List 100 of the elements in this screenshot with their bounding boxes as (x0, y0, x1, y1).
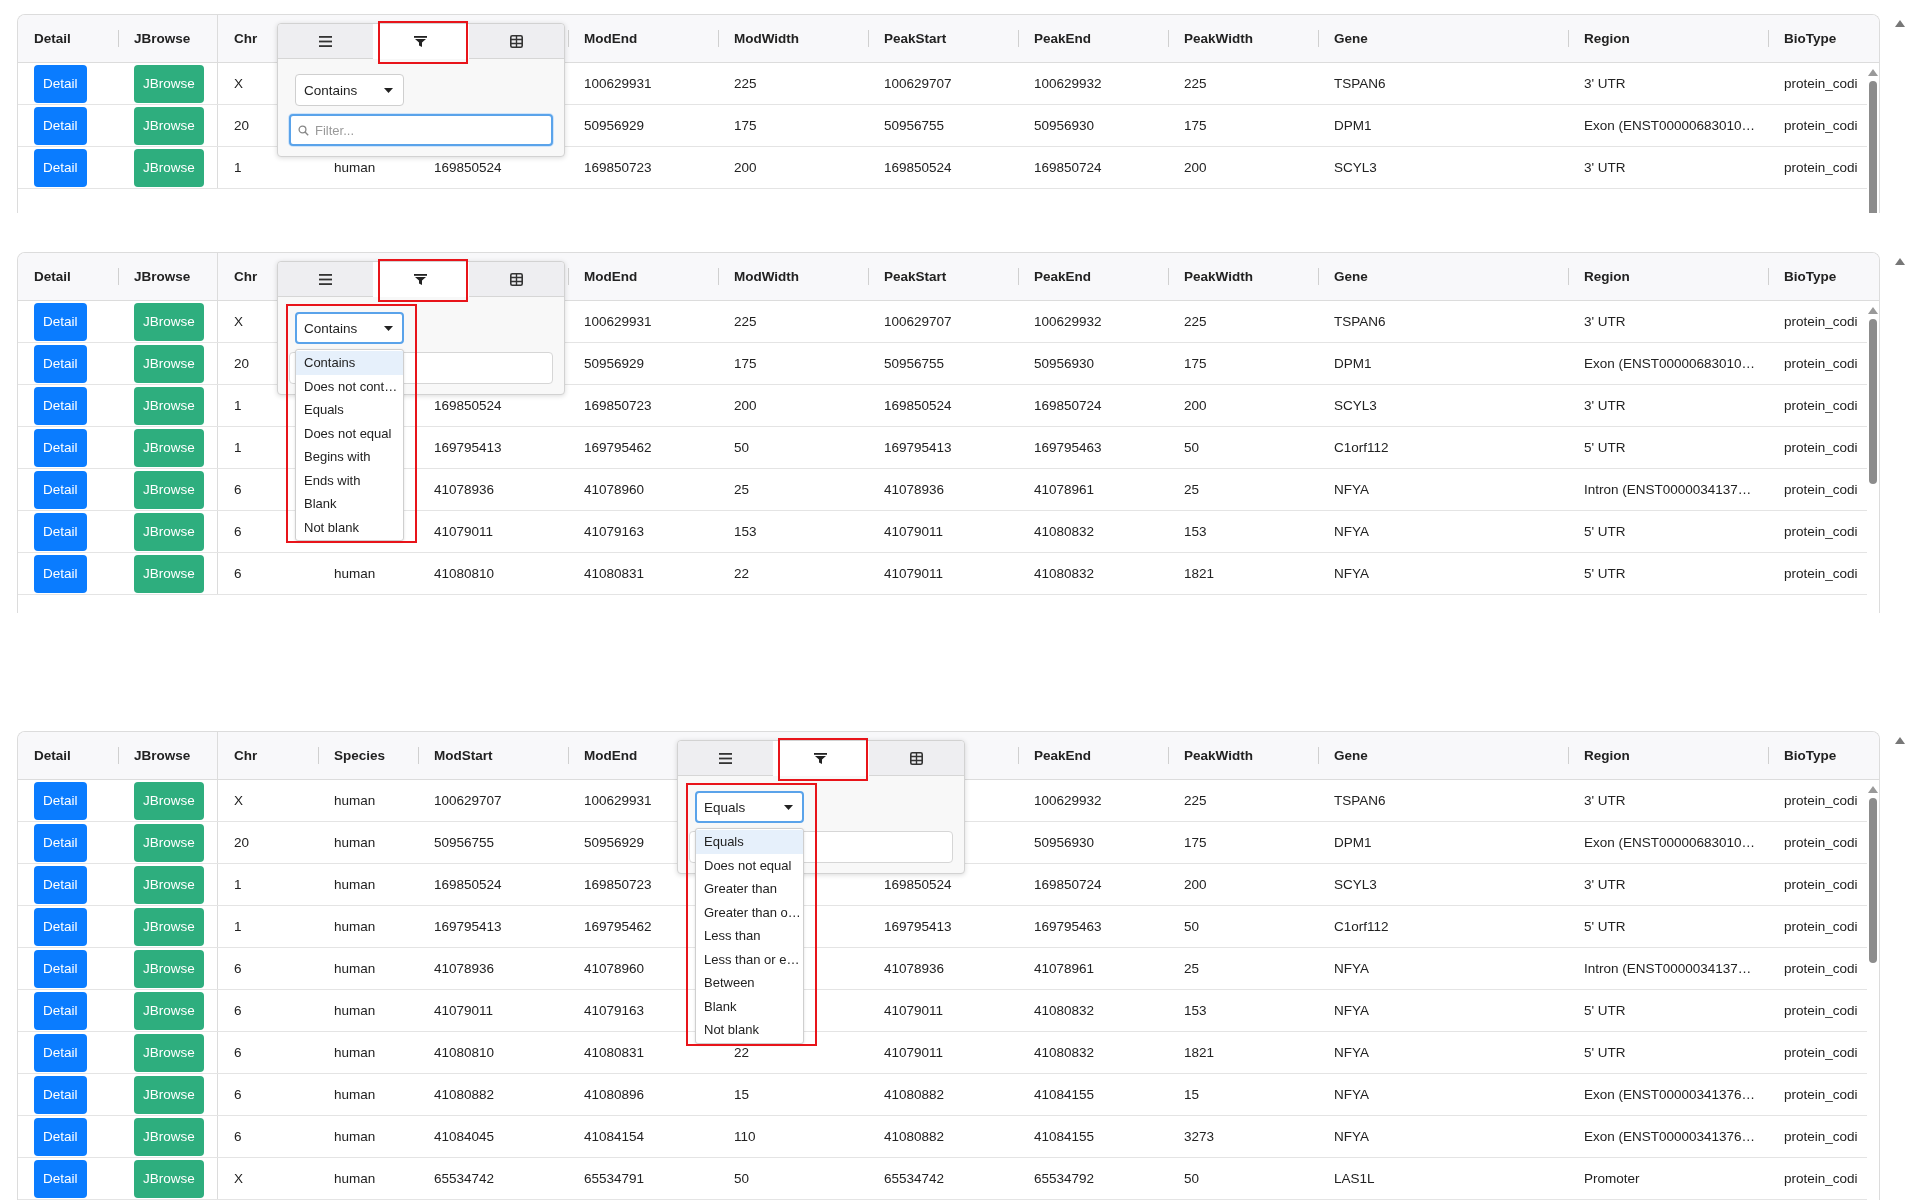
table-cell: 100629931 (584, 793, 652, 808)
detail-button[interactable]: Detail (34, 907, 87, 946)
table-cell: 6 (234, 482, 242, 497)
column-header[interactable]: JBrowse (134, 31, 191, 46)
detail-button[interactable]: Detail (34, 1075, 87, 1114)
table-cell: 50 (734, 1171, 750, 1186)
column-header[interactable]: JBrowse (134, 748, 191, 763)
operator-option[interactable]: Does not equal (296, 421, 403, 445)
column-header[interactable]: PeakEnd (1034, 31, 1092, 46)
scroll-up-icon[interactable] (1868, 307, 1878, 314)
table-cell: 3' UTR (1584, 160, 1626, 175)
detail-button[interactable]: Detail (34, 64, 87, 103)
operator-option[interactable]: Not blank (696, 1018, 803, 1042)
detail-button[interactable]: Detail (34, 512, 87, 551)
table-cell: 6 (234, 1003, 242, 1018)
scroll-up-icon[interactable] (1895, 20, 1905, 27)
operator-option[interactable]: Ends with (296, 468, 403, 492)
operator-select[interactable]: Equals (695, 791, 804, 823)
table-cell: 169795413 (884, 440, 952, 455)
detail-button[interactable]: Detail (34, 1159, 87, 1198)
detail-button[interactable]: Detail (34, 781, 87, 820)
scrollbar-thumb[interactable] (1869, 319, 1877, 484)
column-header[interactable]: PeakWidth (1184, 269, 1253, 284)
scroll-up-icon[interactable] (1868, 69, 1878, 76)
detail-button[interactable]: Detail (34, 428, 87, 467)
column-header[interactable]: BioType (1784, 748, 1837, 763)
column-header[interactable]: Chr (234, 269, 258, 284)
column-header[interactable]: PeakEnd (1034, 269, 1092, 284)
column-header[interactable]: Species (334, 748, 386, 763)
operator-option[interactable]: Equals (696, 830, 803, 854)
scroll-up-icon[interactable] (1895, 258, 1905, 265)
column-header[interactable]: Gene (1334, 269, 1368, 284)
detail-button[interactable]: Detail (34, 991, 87, 1030)
operator-option[interactable]: Begins with (296, 445, 403, 469)
operator-select[interactable]: Contains (295, 312, 404, 344)
table-cell: X (234, 314, 243, 329)
table-cell: 41079163 (584, 1003, 645, 1018)
table-cell: Exon (ENST00000341376… (1584, 1129, 1756, 1144)
table-cell: 41084154 (584, 1129, 645, 1144)
table-cell: Exon (ENST00000683010… (1584, 356, 1756, 371)
operator-option[interactable]: Greater than o… (696, 900, 803, 924)
column-header[interactable]: Gene (1334, 31, 1368, 46)
column-header[interactable]: Chr (234, 748, 258, 763)
column-header[interactable]: Detail (34, 269, 71, 284)
table-cell: protein_codi (1784, 1171, 1858, 1186)
scroll-up-icon[interactable] (1895, 737, 1905, 744)
operator-option[interactable]: Does not cont… (296, 374, 403, 398)
scrollbar-thumb[interactable] (1869, 81, 1877, 213)
detail-button[interactable]: Detail (34, 344, 87, 383)
table-cell: 50956755 (884, 118, 945, 133)
filter-field[interactable]: Filter... (289, 114, 553, 146)
table-cell: 41079011 (884, 1045, 944, 1060)
column-header[interactable]: Region (1584, 269, 1630, 284)
column-header[interactable]: ModEnd (584, 269, 638, 284)
operator-option[interactable]: Equals (296, 398, 403, 422)
column-header[interactable]: Chr (234, 31, 258, 46)
operator-option[interactable]: Contains (296, 351, 403, 375)
detail-button[interactable]: Detail (34, 470, 87, 509)
detail-button[interactable]: Detail (34, 554, 87, 593)
column-header[interactable]: ModEnd (584, 31, 638, 46)
detail-button[interactable]: Detail (34, 106, 87, 145)
operator-option[interactable]: Between (696, 971, 803, 995)
detail-button[interactable]: Detail (34, 386, 87, 425)
operator-option[interactable]: Greater than (696, 877, 803, 901)
column-header[interactable]: Region (1584, 31, 1630, 46)
operator-option[interactable]: Less than (696, 924, 803, 948)
column-header[interactable]: PeakStart (884, 31, 947, 46)
detail-button[interactable]: Detail (34, 949, 87, 988)
column-header[interactable]: ModWidth (734, 269, 800, 284)
scroll-up-icon[interactable] (1868, 786, 1878, 793)
operator-option[interactable]: Not blank (296, 515, 403, 539)
detail-button[interactable]: Detail (34, 1033, 87, 1072)
detail-button[interactable]: Detail (34, 865, 87, 904)
detail-button[interactable]: Detail (34, 1117, 87, 1156)
operator-option[interactable]: Blank (696, 994, 803, 1018)
column-header[interactable]: PeakStart (884, 269, 947, 284)
detail-button[interactable]: Detail (34, 823, 87, 862)
detail-button[interactable]: Detail (34, 148, 87, 187)
column-header[interactable]: BioType (1784, 31, 1837, 46)
column-header[interactable]: PeakWidth (1184, 31, 1253, 46)
operator-option[interactable]: Does not equal (696, 853, 803, 877)
column-header[interactable]: Detail (34, 748, 71, 763)
column-header[interactable]: ModStart (434, 748, 493, 763)
column-header[interactable]: BioType (1784, 269, 1837, 284)
column-header[interactable]: Detail (34, 31, 71, 46)
column-header[interactable]: PeakWidth (1184, 748, 1253, 763)
table-cell: 50 (1184, 1171, 1200, 1186)
operator-option[interactable]: Blank (296, 492, 403, 516)
column-header[interactable]: ModEnd (584, 748, 638, 763)
column-header[interactable]: Region (1584, 748, 1630, 763)
column-header[interactable]: PeakEnd (1034, 748, 1092, 763)
detail-button[interactable]: Detail (34, 302, 87, 341)
column-header[interactable]: Gene (1334, 748, 1368, 763)
table-cell: 65534792 (1034, 1171, 1095, 1186)
column-header[interactable]: ModWidth (734, 31, 800, 46)
operator-select[interactable]: Contains (295, 74, 404, 106)
column-header[interactable]: JBrowse (134, 269, 191, 284)
operator-option[interactable]: Less than or e… (696, 947, 803, 971)
table-cell: 3' UTR (1584, 76, 1626, 91)
scrollbar-thumb[interactable] (1869, 798, 1877, 963)
